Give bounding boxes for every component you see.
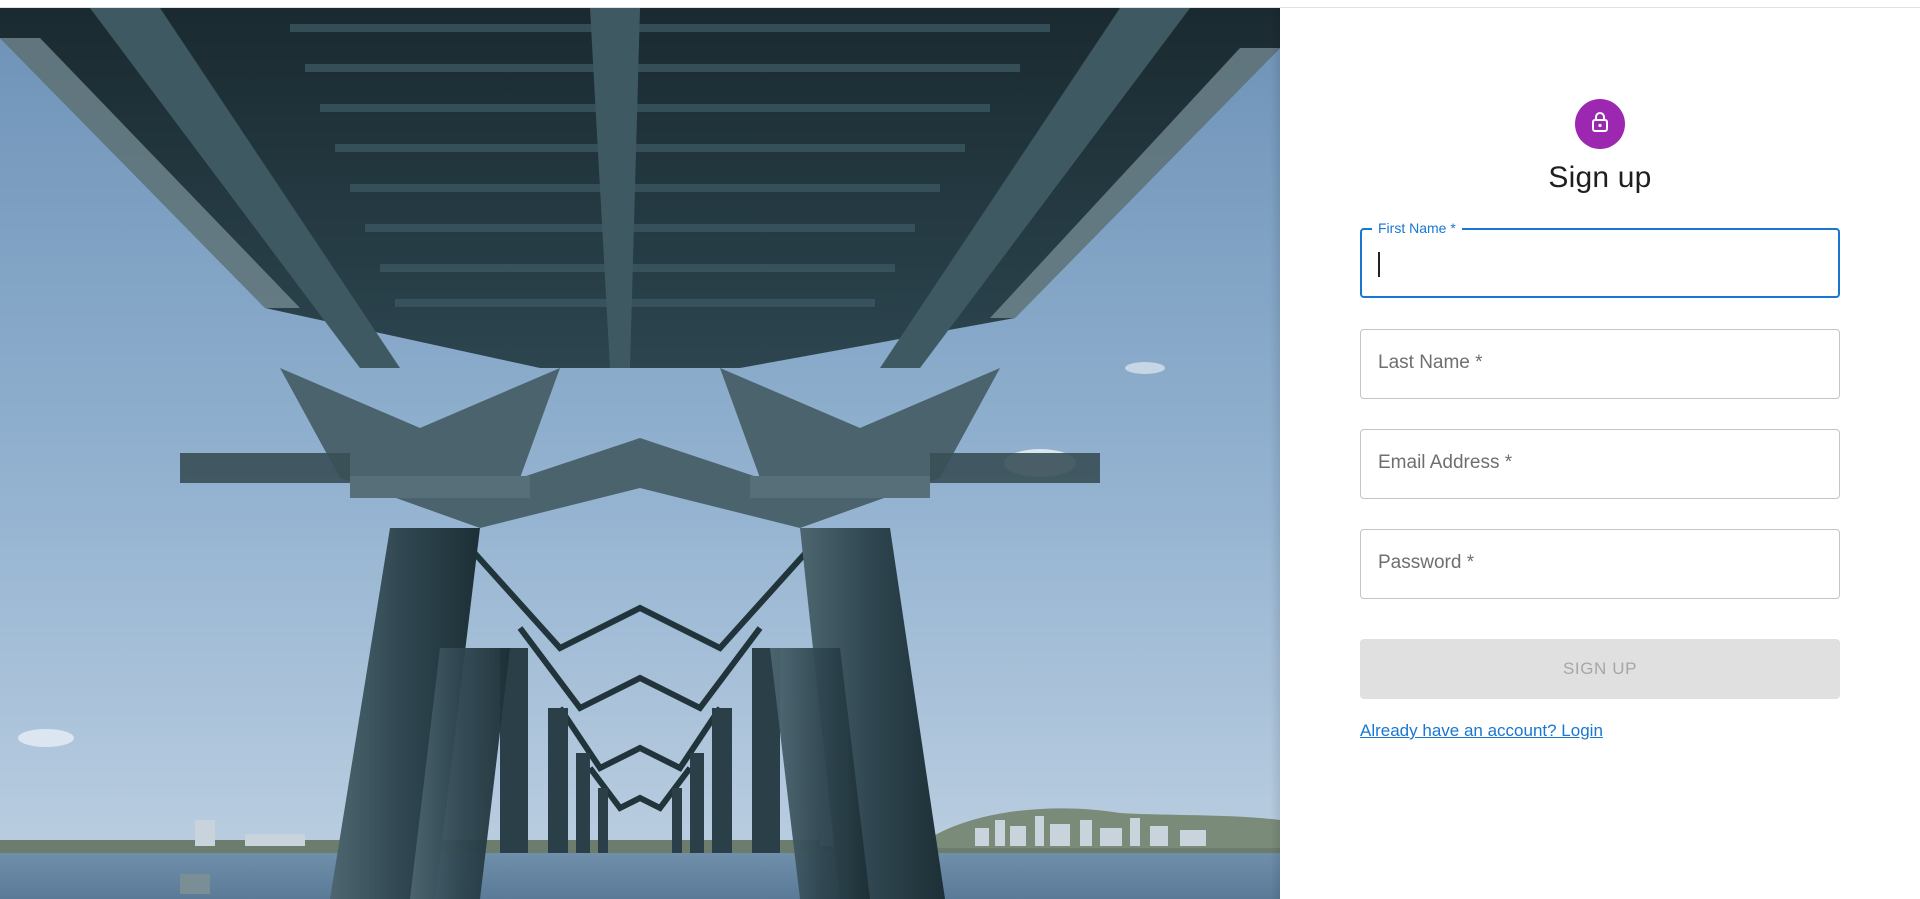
text-caret — [1378, 252, 1380, 277]
login-link[interactable]: Already have an account? Login — [1360, 721, 1603, 741]
sign-up-button[interactable]: SIGN UP — [1360, 639, 1840, 699]
email-field[interactable]: Email Address * — [1360, 429, 1840, 499]
email-placeholder: Email Address * — [1378, 452, 1513, 473]
first-name-label: First Name * — [1372, 220, 1462, 236]
lock-avatar — [1575, 99, 1625, 149]
lock-icon — [1588, 110, 1612, 139]
top-bar — [0, 0, 1920, 8]
last-name-field[interactable]: Last Name * — [1360, 329, 1840, 399]
password-placeholder: Password * — [1378, 552, 1475, 573]
password-field[interactable]: Password * — [1360, 529, 1840, 599]
first-name-field[interactable]: First Name * — [1360, 220, 1840, 298]
signup-page: Sign up First Name * Last Name * Email A… — [0, 0, 1920, 899]
signup-panel: Sign up First Name * Last Name * Email A… — [1280, 8, 1920, 899]
bridge-underside-photo — [0, 8, 1280, 899]
last-name-placeholder: Last Name * — [1378, 352, 1483, 373]
page-title: Sign up — [1548, 161, 1652, 194]
